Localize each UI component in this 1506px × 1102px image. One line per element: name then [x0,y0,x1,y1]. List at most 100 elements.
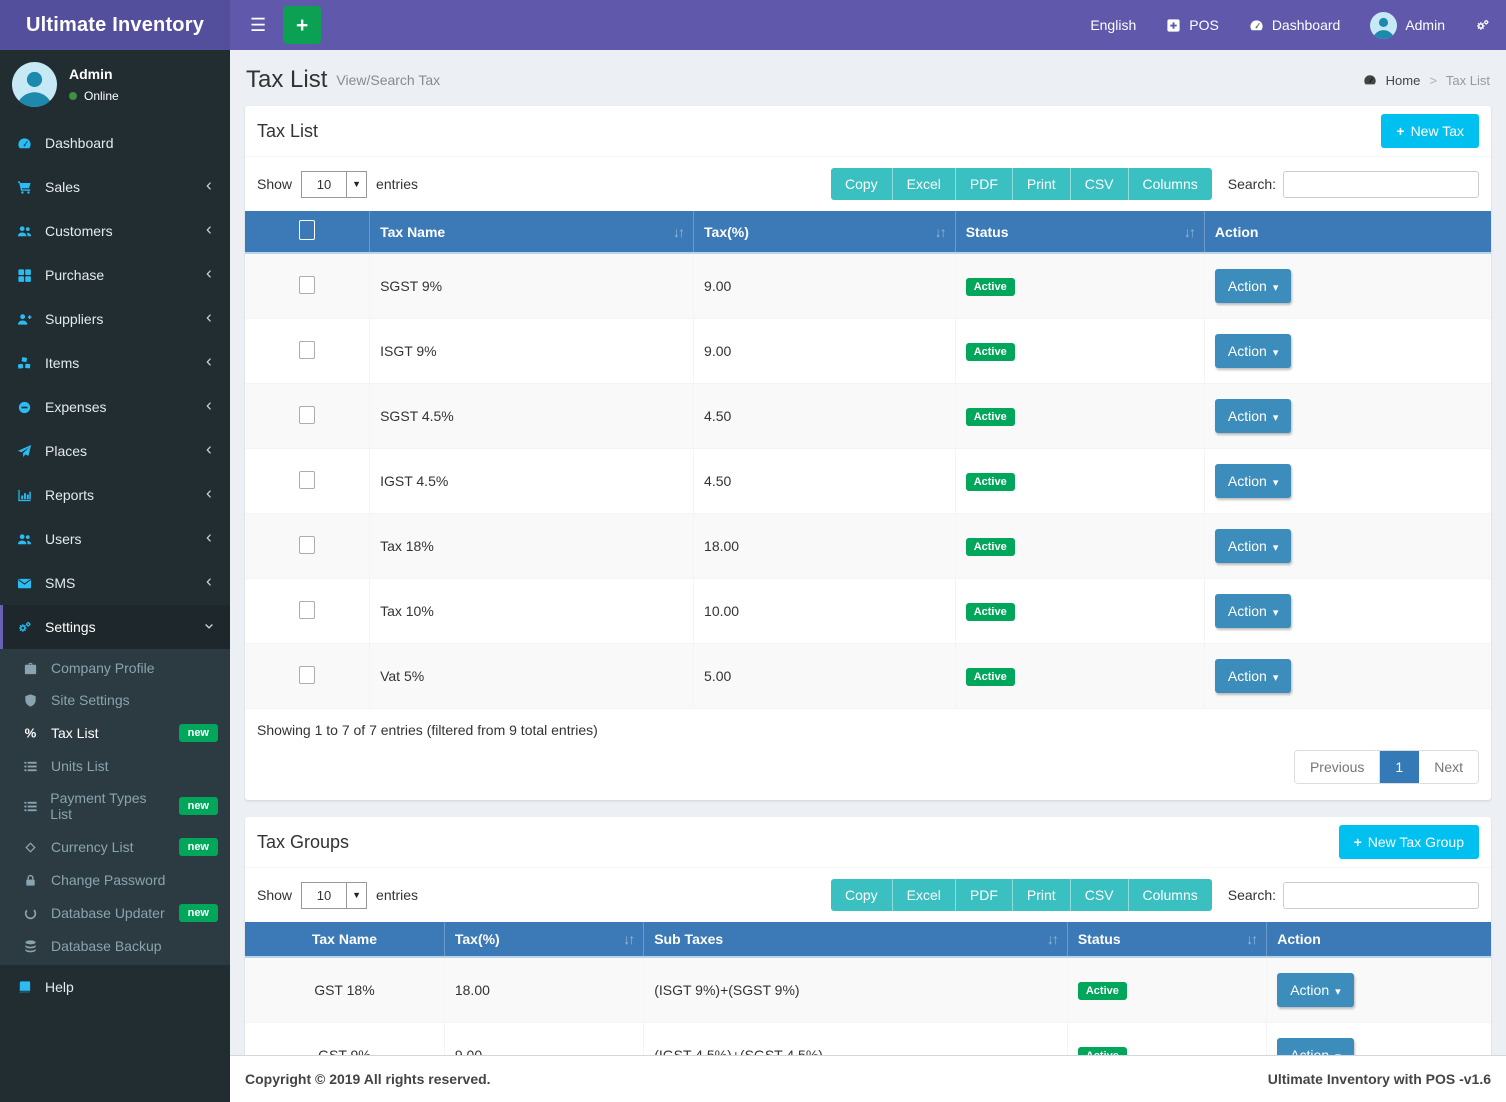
row-checkbox[interactable] [299,601,315,619]
page-size-value: 10 [302,883,346,908]
checkbox-cell [245,514,370,579]
row-checkbox[interactable] [299,276,315,294]
export-csv-button[interactable]: CSV [1071,168,1129,200]
action-dropdown-button[interactable]: Action▾ [1277,1038,1353,1055]
row-checkbox[interactable] [299,341,315,359]
submenu-item-company-profile[interactable]: Company Profile [0,652,230,684]
previous-page-button[interactable]: Previous [1295,751,1380,783]
action-cell: Action▾ [1204,644,1491,709]
caret-down-icon: ▾ [1273,672,1279,684]
quick-add-button[interactable]: + [283,6,321,44]
nav-item-gears[interactable] [1475,18,1490,33]
page-size-select[interactable]: 10 ▼ [301,882,367,909]
tax-percent-cell: 5.00 [694,644,956,709]
action-dropdown-button[interactable]: Action▾ [1215,659,1291,693]
sidebar-item-purchase[interactable]: Purchase [0,253,230,297]
submenu-item-label: Database Updater [51,905,165,921]
action-dropdown-button[interactable]: Action▾ [1215,399,1291,433]
checkbox-cell [245,253,370,319]
breadcrumb-home[interactable]: Home [1386,73,1421,88]
action-dropdown-button[interactable]: Action▾ [1215,529,1291,563]
action-dropdown-button[interactable]: Action▾ [1215,464,1291,498]
sidebar-item-sms[interactable]: SMS [0,561,230,605]
action-dropdown-button[interactable]: Action▾ [1215,334,1291,368]
sidebar-item-expenses[interactable]: Expenses [0,385,230,429]
search-input[interactable] [1283,882,1479,909]
submenu-item-label: Change Password [51,872,165,888]
sidebar-item-suppliers[interactable]: Suppliers [0,297,230,341]
sidebar-item-places[interactable]: Places [0,429,230,473]
action-dropdown-button[interactable]: Action▾ [1277,973,1353,1007]
sidebar-item-settings[interactable]: Settings [0,605,230,649]
row-checkbox[interactable] [299,406,315,424]
entries-label: entries [376,887,418,903]
action-dropdown-button[interactable]: Action▾ [1215,269,1291,303]
column-header-status[interactable]: Status↓↑ [1067,922,1266,957]
export-columns-button[interactable]: Columns [1129,168,1212,200]
submenu-item-currency-list[interactable]: Currency Listnew [0,830,230,864]
sidebar-item-help[interactable]: Help [0,965,230,1009]
new-tax-group-button[interactable]: +New Tax Group [1339,825,1479,859]
row-checkbox[interactable] [299,471,315,489]
column-header-status[interactable]: Status↓↑ [955,211,1204,253]
sidebar-item-customers[interactable]: Customers [0,209,230,253]
export-pdf-button[interactable]: PDF [956,168,1013,200]
export-copy-button[interactable]: Copy [831,879,893,911]
column-header-tax[interactable]: Tax(%)↓↑ [444,922,643,957]
sidebar-item-users[interactable]: Users [0,517,230,561]
action-cell: Action▾ [1204,449,1491,514]
action-cell: Action▾ [1204,253,1491,319]
sidebar-item-items[interactable]: Items [0,341,230,385]
export-csv-button[interactable]: CSV [1071,879,1129,911]
table-row: SGST 9%9.00ActiveAction▾ [245,253,1491,319]
submenu-item-database-backup[interactable]: Database Backup [0,930,230,962]
page-1-button[interactable]: 1 [1380,751,1419,783]
user-status-label: Online [84,89,119,103]
submenu-item-change-password[interactable]: Change Password [0,864,230,896]
sidebar-item-dashboard[interactable]: Dashboard [0,121,230,165]
row-checkbox[interactable] [299,536,315,554]
submenu-item-database-updater[interactable]: Database Updaternew [0,896,230,930]
nav-item-pos[interactable]: POS [1166,17,1219,33]
action-dropdown-button[interactable]: Action▾ [1215,594,1291,628]
book-icon [15,980,34,995]
page-size-select[interactable]: 10 ▼ [301,171,367,198]
export-excel-button[interactable]: Excel [893,168,956,200]
export-excel-button[interactable]: Excel [893,879,956,911]
sidebar-item-label: Customers [45,223,113,239]
next-page-button[interactable]: Next [1419,751,1478,783]
tax-groups-toolbar: Show 10 ▼ entries CopyExcelPDFPrintCSVCo… [245,868,1491,922]
sidebar-item-sales[interactable]: Sales [0,165,230,209]
tax-list-panel: Tax List +New Tax Show 10 ▼ entries Copy… [245,106,1491,800]
cogs-icon [15,620,34,635]
column-header-tax[interactable]: Tax(%)↓↑ [694,211,956,253]
nav-item-dashboard[interactable]: Dashboard [1249,17,1341,33]
submenu-item-site-settings[interactable]: Site Settings [0,684,230,716]
version-text: Ultimate Inventory with POS -v1.6 [1268,1071,1491,1087]
export-copy-button[interactable]: Copy [831,168,893,200]
search-input[interactable] [1283,171,1479,198]
submenu-item-units-list[interactable]: Units List [0,750,230,782]
row-checkbox[interactable] [299,666,315,684]
hamburger-icon[interactable]: ☰ [246,15,270,36]
submenu-item-label: Site Settings [51,692,130,708]
submenu-item-payment-types-list[interactable]: Payment Types Listnew [0,782,230,830]
sidebar-item-label: SMS [45,575,75,591]
sidebar-item-label: Places [45,443,87,459]
nav-item-english[interactable]: English [1090,17,1136,33]
export-pdf-button[interactable]: PDF [956,879,1013,911]
export-columns-button[interactable]: Columns [1129,879,1212,911]
submenu-item-label: Currency List [51,839,133,855]
row-checkbox[interactable] [299,220,315,240]
export-print-button[interactable]: Print [1013,168,1071,200]
export-print-button[interactable]: Print [1013,879,1071,911]
nav-item-admin[interactable]: Admin [1370,12,1445,39]
sidebar-item-reports[interactable]: Reports [0,473,230,517]
chevron-down-icon [203,619,215,635]
submenu-item-tax-list[interactable]: %Tax Listnew [0,716,230,750]
app-logo[interactable]: Ultimate Inventory [0,0,230,50]
new-tax-button[interactable]: +New Tax [1381,114,1479,148]
column-header-sub-taxes[interactable]: Sub Taxes↓↑ [644,922,1068,957]
column-header-tax-name[interactable]: Tax Name↓↑ [370,211,694,253]
lock-icon [21,873,40,888]
